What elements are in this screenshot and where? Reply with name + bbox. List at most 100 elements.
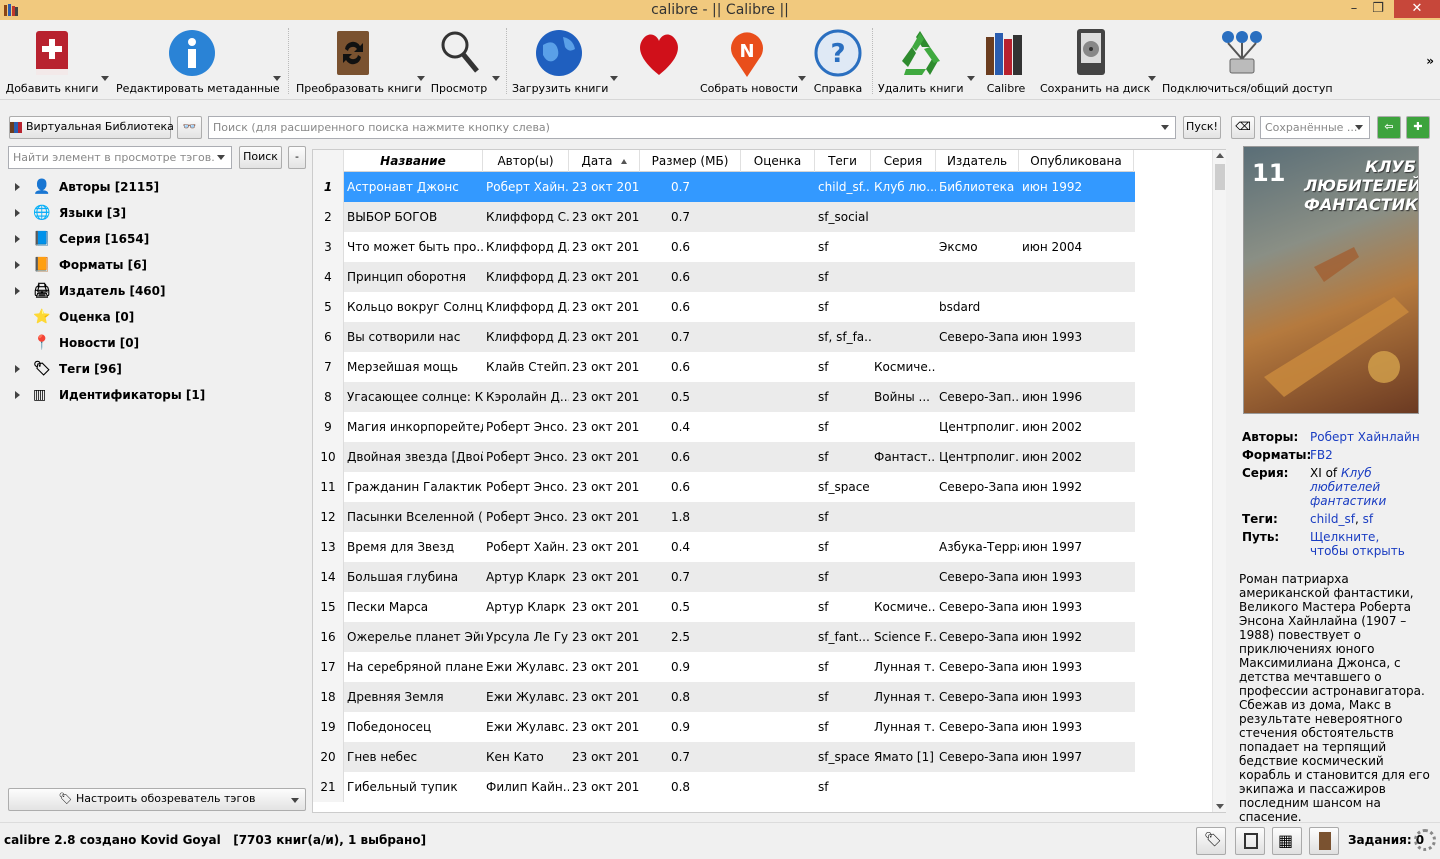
row-number[interactable]: 2 (313, 202, 344, 232)
table-row[interactable]: 4Принцип оборотня Клиффорд Д...23 окт 201… (313, 262, 1135, 292)
cover-browser-toggle-button[interactable] (1309, 827, 1339, 855)
table-row[interactable]: 16Ожерелье планет Эйк...Урсула Ле Гу...2… (313, 622, 1135, 652)
configure-tag-browser-dropdown[interactable] (291, 798, 299, 803)
saved-searches-dropdown[interactable] (1355, 125, 1363, 130)
row-number[interactable]: 13 (313, 532, 344, 562)
row-number[interactable]: 11 (313, 472, 344, 502)
book-list-scrollbar[interactable] (1212, 150, 1226, 812)
convert-books-button[interactable]: Преобразовать книги (296, 20, 421, 100)
view-button[interactable]: Просмотр (428, 20, 490, 100)
virtual-library-button[interactable]: Виртуальная Библиотека (9, 116, 174, 139)
table-row[interactable]: 20 Гнев небес Кен Като 23 окт 2014 0.7 sf_spa… (313, 742, 1135, 772)
tag-collapse-button[interactable]: - (288, 146, 306, 169)
formats-link[interactable]: FB2 (1310, 448, 1333, 462)
table-row[interactable]: 7 Мерзейшая мощь Клайв Стейп... 23 окт 2014… (313, 352, 1135, 382)
get-books-button[interactable]: Загрузить книги (512, 20, 608, 100)
remove-books-button[interactable]: Удалить книги (878, 20, 964, 100)
add-books-dropdown[interactable] (101, 76, 109, 81)
column-header[interactable]: Размер (МБ) (640, 150, 741, 172)
add-books-button[interactable]: Добавить книги (2, 20, 102, 100)
row-number[interactable]: 3 (313, 232, 344, 262)
column-header[interactable]: Название (344, 150, 483, 172)
expand-arrow-icon[interactable] (15, 261, 20, 269)
table-row[interactable]: 2 ВЫБОР БОГОВ Клиффорд С... 23 окт 2014 0.7 s… (313, 202, 1135, 232)
row-number[interactable]: 6 (313, 322, 344, 352)
tag-node[interactable]: 📘 Серия [1654] (8, 226, 306, 252)
tag-browser-toggle-button[interactable]: 🏷 (1196, 827, 1226, 855)
row-number[interactable]: 15 (313, 592, 344, 622)
jobs-indicator[interactable]: Задания: 0 (1348, 833, 1424, 847)
tag-find-input[interactable]: Найти элемент в просмотре тэгов. (8, 146, 232, 169)
save-search-button[interactable]: ⇦ (1377, 116, 1401, 139)
table-row[interactable]: 8 Угасающее солнце: К... Кэролайн Д... 23 о… (313, 382, 1135, 412)
table-row[interactable]: 21 Гибельный тупик Филип Кайн... 23 окт 201… (313, 772, 1135, 802)
maximize-button[interactable]: ❐ (1364, 0, 1392, 18)
column-header[interactable]: Теги (815, 150, 871, 172)
row-number[interactable]: 14 (313, 562, 344, 592)
row-number[interactable]: 1 (313, 172, 344, 202)
fetch-news-button[interactable]: N Собрать новости (700, 20, 798, 100)
connect-share-button[interactable]: Подключиться/общий доступ (1162, 20, 1333, 100)
row-number[interactable]: 21 (313, 772, 344, 802)
tag-node[interactable]: 🏷 Теги [96] (8, 356, 306, 382)
configure-tag-browser-button[interactable]: 🏷 Настроить обозреватель тэгов (8, 788, 306, 811)
table-row[interactable]: 18 Древняя Земля Ежи Жулавс... 23 окт 2014 0… (313, 682, 1135, 712)
toolbar-overflow-button[interactable]: » (1426, 54, 1434, 68)
column-header[interactable]: Оценка (741, 150, 815, 172)
table-row[interactable]: 3Что может быть про...Клиффорд Д...23 ок… (313, 232, 1135, 262)
expand-arrow-icon[interactable] (15, 365, 20, 373)
get-books-dropdown[interactable] (610, 76, 618, 81)
tag-node[interactable]: 🌐 Языки [3] (8, 200, 306, 226)
book-details-toggle-button[interactable] (1235, 827, 1265, 855)
view-dropdown[interactable] (492, 76, 500, 81)
remove-books-dropdown[interactable] (967, 76, 975, 81)
tag-link[interactable]: sf (1363, 512, 1373, 526)
table-row[interactable]: 11 Гражданин Галактики Роберт Энсо... 23 ок… (313, 472, 1135, 502)
table-row[interactable]: 12 Пасынки Вселенной (... Роберт Энсо... 23… (313, 502, 1135, 532)
search-input[interactable]: Поиск (для расширенного поиска нажмите к… (208, 116, 1176, 139)
path-link[interactable]: Щелкните, чтобы открыть (1310, 530, 1420, 558)
row-number[interactable]: 16 (313, 622, 344, 652)
tag-node[interactable]: 📙 Форматы [6] (8, 252, 306, 278)
tag-link[interactable]: child_sf (1310, 512, 1355, 526)
tag-node[interactable]: 🖨 Издатель [460] (8, 278, 306, 304)
donate-button[interactable] (628, 20, 690, 100)
fetch-news-dropdown[interactable] (798, 76, 806, 81)
add-search-button[interactable]: ✚ (1406, 116, 1430, 139)
table-row[interactable]: 1 Астронавт Джонс Роберт Хайн... 23 окт 201… (313, 172, 1135, 202)
table-row[interactable]: 19 Победоносец Ежи Жулавс... 23 окт 2014 0.9… (313, 712, 1135, 742)
row-number[interactable]: 12 (313, 502, 344, 532)
column-header[interactable]: Опубликована (1019, 150, 1134, 172)
edit-metadata-dropdown[interactable] (273, 76, 281, 81)
edit-metadata-button[interactable]: Редактировать метаданные (116, 20, 280, 100)
advanced-search-button[interactable]: 👓 (177, 116, 202, 139)
scroll-thumb[interactable] (1215, 164, 1225, 190)
table-row[interactable]: 6Вы сотворили нас Клиффорд Д...23 окт 201… (313, 322, 1135, 352)
table-row[interactable]: 17 На серебряной планете Ежи Жулавс... 23 о… (313, 652, 1135, 682)
row-number[interactable]: 19 (313, 712, 344, 742)
expand-arrow-icon[interactable] (15, 287, 20, 295)
table-row[interactable]: 10Двойная звезда [Двой...Роберт Энсо...2… (313, 442, 1135, 472)
row-number[interactable]: 5 (313, 292, 344, 322)
tag-node[interactable]: 👤 Авторы [2115] (8, 174, 306, 200)
column-header[interactable]: Автор(ы) (483, 150, 569, 172)
column-header[interactable]: Дата (569, 150, 640, 172)
row-number[interactable]: 8 (313, 382, 344, 412)
library-button[interactable]: Calibre (980, 20, 1032, 100)
book-cover[interactable]: 11 КЛУБ ЛЮБИТЕЛЕЙ ФАНТАСТИКИ (1243, 146, 1419, 414)
table-row[interactable]: 13 Время для Звезд Роберт Хайн... 23 окт 20… (313, 532, 1135, 562)
convert-books-dropdown[interactable] (417, 76, 425, 81)
search-history-dropdown[interactable] (1161, 125, 1169, 130)
search-go-button[interactable]: Пуск! (1183, 116, 1221, 139)
table-row[interactable]: 14 Большая глубина Артур Кларк 23 окт 2014 0… (313, 562, 1135, 592)
column-header[interactable]: Издатель (936, 150, 1019, 172)
expand-arrow-icon[interactable] (15, 183, 20, 191)
tag-find-dropdown[interactable] (217, 155, 225, 160)
expand-arrow-icon[interactable] (15, 209, 20, 217)
save-to-disk-dropdown[interactable] (1148, 76, 1156, 81)
row-number[interactable]: 18 (313, 682, 344, 712)
tag-find-button[interactable]: Поиск (239, 146, 282, 169)
row-number[interactable]: 17 (313, 652, 344, 682)
scroll-down-arrow[interactable] (1216, 804, 1224, 809)
cover-grid-toggle-button[interactable]: ▦ (1272, 827, 1302, 855)
